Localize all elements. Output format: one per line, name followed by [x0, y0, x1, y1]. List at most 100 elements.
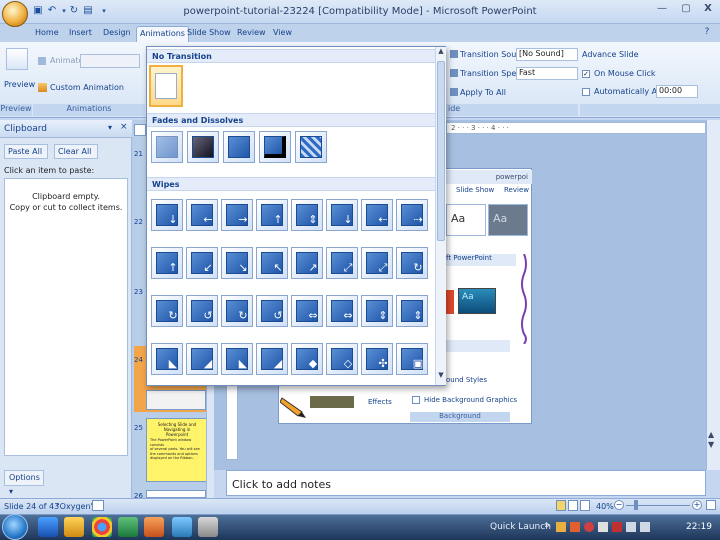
zoom-out-icon[interactable]: −: [614, 500, 624, 510]
start-button[interactable]: [2, 514, 28, 540]
wipe-transition-tile[interactable]: ↻: [221, 295, 253, 327]
volume-icon[interactable]: [640, 522, 650, 532]
automatically-after-checkbox[interactable]: [582, 88, 590, 96]
excel-icon[interactable]: [118, 517, 138, 537]
tab-insert[interactable]: Insert: [66, 26, 95, 42]
slides-tab[interactable]: [134, 124, 146, 136]
gallery-scroll-thumb[interactable]: [437, 61, 445, 241]
wipe-transition-tile[interactable]: ↓: [326, 199, 358, 231]
app-icon[interactable]: [172, 517, 192, 537]
no-transition-tile[interactable]: [149, 65, 183, 107]
network-icon[interactable]: [626, 522, 636, 532]
wipe-transition-tile[interactable]: ↓: [151, 199, 183, 231]
tab-animations[interactable]: Animations: [136, 26, 189, 42]
taskbar-chevron-icon[interactable]: »: [544, 520, 550, 531]
animate-dropdown[interactable]: [80, 54, 140, 68]
tool-icon[interactable]: [198, 517, 218, 537]
wipe-transition-tile[interactable]: ◆: [291, 343, 323, 375]
zoom-slider-thumb[interactable]: [634, 500, 638, 510]
wipe-transition-tile[interactable]: ◇: [326, 343, 358, 375]
arrow-icon: ⤢: [378, 261, 388, 274]
wipe-transition-tile[interactable]: ⤢: [361, 247, 393, 279]
chrome-icon[interactable]: [92, 517, 112, 537]
wipe-transition-tile[interactable]: ↑: [256, 199, 288, 231]
transition-speed-dropdown[interactable]: Fast: [516, 67, 578, 80]
tray-icon[interactable]: [570, 522, 580, 532]
wipe-transition-tile[interactable]: ↖: [256, 247, 288, 279]
tab-design[interactable]: Design: [100, 26, 134, 42]
restore-button[interactable]: ▢: [678, 2, 694, 16]
wipe-transition-tile[interactable]: ⇕: [396, 295, 428, 327]
automatically-after-input[interactable]: 00:00: [656, 85, 698, 98]
wipe-transition-tile[interactable]: ◣: [221, 343, 253, 375]
wipe-transition-tile[interactable]: →: [221, 199, 253, 231]
transition-sound-dropdown[interactable]: [No Sound]: [516, 48, 578, 61]
wipe-transition-tile[interactable]: ↘: [221, 247, 253, 279]
normal-view-icon[interactable]: [556, 500, 566, 511]
slide-show-view-icon[interactable]: [580, 500, 590, 511]
notes-placeholder[interactable]: Click to add notes: [232, 478, 331, 491]
minimize-button[interactable]: —: [654, 2, 670, 16]
tab-slide-show[interactable]: Slide Show: [184, 26, 234, 42]
wipe-transition-tile[interactable]: ✣: [361, 343, 393, 375]
wipe-transition-tile[interactable]: ↺: [256, 295, 288, 327]
office-button[interactable]: [2, 1, 28, 27]
clipboard-options-button[interactable]: Options ▾: [4, 470, 44, 496]
scroll-arrows[interactable]: ▲ ▼: [708, 430, 714, 450]
explorer-icon[interactable]: [64, 517, 84, 537]
zoom-in-icon[interactable]: +: [692, 500, 702, 510]
slide-sorter-icon[interactable]: [568, 500, 578, 511]
wipe-transition-tile[interactable]: ↻: [396, 247, 428, 279]
tab-review[interactable]: Review: [234, 26, 269, 42]
preview-button-label[interactable]: Preview: [4, 80, 35, 89]
wipe-transition-tile[interactable]: ↙: [186, 247, 218, 279]
tab-view[interactable]: View: [270, 26, 295, 42]
wipe-transition-tile[interactable]: ⇠: [361, 199, 393, 231]
dissolve-tile[interactable]: [295, 131, 327, 163]
preview-icon[interactable]: [6, 48, 28, 70]
slide-thumbnail-24[interactable]: [146, 390, 206, 410]
wipe-transition-tile[interactable]: ⇢: [396, 199, 428, 231]
tab-home[interactable]: Home: [32, 26, 62, 42]
wipe-transition-tile[interactable]: ◢: [256, 343, 288, 375]
scroll-up-icon[interactable]: ▲: [437, 47, 445, 57]
wipe-transition-tile[interactable]: ⇔: [326, 295, 358, 327]
wipe-transition-tile[interactable]: ↑: [151, 247, 183, 279]
transition-gallery[interactable]: No Transition Fades and Dissolves Wipes …: [146, 46, 446, 386]
cut-tile[interactable]: [223, 131, 255, 163]
main-vertical-scrollbar[interactable]: [706, 120, 720, 470]
tray-icon[interactable]: [556, 522, 566, 532]
wipe-transition-tile[interactable]: ⇔: [291, 295, 323, 327]
apply-to-all-button[interactable]: Apply To All: [460, 88, 506, 97]
wipe-transition-tile[interactable]: ⇕: [291, 199, 323, 231]
spell-check-icon[interactable]: [92, 500, 104, 511]
scroll-down-icon[interactable]: ▼: [437, 371, 445, 381]
tray-icon[interactable]: [584, 522, 594, 532]
wipe-transition-tile[interactable]: ←: [186, 199, 218, 231]
tray-icon[interactable]: [612, 522, 622, 532]
pane-options-icon[interactable]: ▾: [108, 123, 112, 132]
cut-through-black-tile[interactable]: [259, 131, 291, 163]
wipe-transition-tile[interactable]: ↗: [291, 247, 323, 279]
wipe-transition-tile[interactable]: ↻: [151, 295, 183, 327]
slide-thumbnail-26[interactable]: [146, 490, 206, 498]
wipe-transition-tile[interactable]: ⤢: [326, 247, 358, 279]
pane-close-icon[interactable]: ×: [120, 122, 128, 132]
gallery-scrollbar[interactable]: ▲ ▼: [435, 47, 446, 385]
wipe-transition-tile[interactable]: ◢: [186, 343, 218, 375]
wipe-transition-tile[interactable]: ⇕: [361, 295, 393, 327]
fade-smoothly-tile[interactable]: [151, 131, 183, 163]
ie-icon[interactable]: [38, 517, 58, 537]
powerpoint-icon[interactable]: [144, 517, 164, 537]
wipe-transition-tile[interactable]: ↺: [186, 295, 218, 327]
help-icon[interactable]: ?: [700, 27, 714, 39]
fit-to-window-icon[interactable]: [706, 500, 716, 510]
wipe-transition-tile[interactable]: ▣: [396, 343, 428, 375]
close-button[interactable]: X: [700, 2, 716, 16]
zoom-level[interactable]: 40%: [596, 502, 614, 511]
fade-through-black-tile[interactable]: [187, 131, 219, 163]
on-mouse-click-checkbox[interactable]: ✓: [582, 70, 590, 78]
tray-icon[interactable]: [598, 522, 608, 532]
custom-animation-button[interactable]: Custom Animation: [50, 83, 124, 92]
wipe-transition-tile[interactable]: ◣: [151, 343, 183, 375]
